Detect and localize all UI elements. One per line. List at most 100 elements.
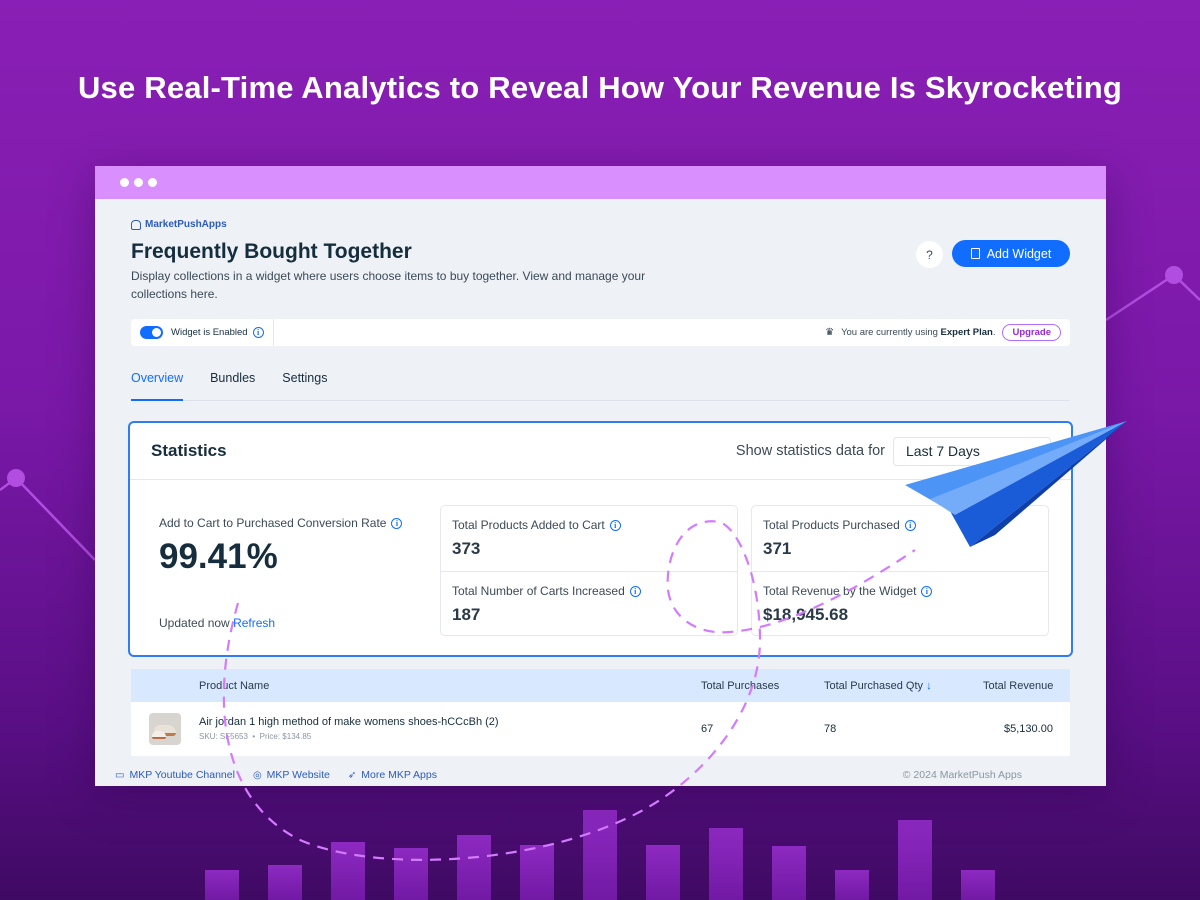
left-trend-dot bbox=[7, 469, 25, 487]
metric-label-text: Total Products Added to Cart bbox=[452, 518, 605, 532]
background-bar bbox=[394, 848, 428, 900]
metrics-box-cart: Total Products Added to Cart i 373 Total … bbox=[440, 505, 738, 636]
window-dot-icon bbox=[134, 178, 143, 187]
plan-suffix: . bbox=[992, 327, 996, 338]
tab-overview[interactable]: Overview bbox=[131, 369, 184, 401]
background-bar bbox=[961, 870, 995, 900]
document-icon bbox=[970, 248, 980, 259]
product-name[interactable]: Air jordan 1 high method of make womens … bbox=[199, 716, 499, 728]
header-total-purchased-qty[interactable]: Total Purchased Qty ↓ bbox=[824, 680, 932, 692]
shopping-bag-icon bbox=[131, 219, 141, 230]
background-bar bbox=[646, 845, 680, 900]
updated-status: Updated now Refresh bbox=[159, 616, 275, 630]
background-bar bbox=[898, 820, 932, 900]
help-button[interactable]: ? bbox=[916, 241, 943, 268]
youtube-icon: ▭ bbox=[115, 769, 125, 781]
background-bar bbox=[205, 870, 239, 900]
statistics-title: Statistics bbox=[151, 441, 227, 460]
add-widget-button[interactable]: Add Widget bbox=[952, 240, 1070, 267]
product-price: Price: $134.85 bbox=[259, 732, 312, 741]
shoe-icon bbox=[152, 731, 166, 739]
plan-prefix: You are currently using bbox=[841, 327, 941, 338]
metric-value: 373 bbox=[452, 539, 481, 558]
background-bar bbox=[520, 845, 554, 900]
row-total-purchased-qty: 78 bbox=[824, 723, 837, 735]
conversion-value: 99.41% bbox=[159, 537, 278, 576]
plan-name: Expert Plan bbox=[940, 327, 993, 338]
sort-arrow-icon: ↓ bbox=[926, 679, 932, 692]
youtube-link-text: MKP Youtube Channel bbox=[129, 769, 235, 781]
conversion-label: Add to Cart to Purchased Conversion Rate… bbox=[159, 516, 403, 530]
window-titlebar bbox=[95, 166, 1106, 199]
upgrade-button[interactable]: Upgrade bbox=[1002, 324, 1061, 341]
product-thumbnail bbox=[149, 713, 181, 745]
header-qty-label: Total Purchased Qty bbox=[824, 679, 924, 692]
window-dot-icon bbox=[148, 178, 157, 187]
widget-enabled-label: Widget is Enabled bbox=[171, 327, 248, 338]
metric-label: Total Products Added to Cart i bbox=[452, 518, 726, 532]
window-dot-icon bbox=[120, 178, 129, 187]
metric-label-text: Total Revenue by the Widget bbox=[763, 584, 917, 598]
metric-label: Total Number of Carts Increased i bbox=[452, 584, 726, 598]
metric-widget-revenue: Total Revenue by the Widget i $18,945.68 bbox=[752, 571, 1048, 636]
website-link[interactable]: ◎ MKP Website bbox=[253, 769, 330, 781]
right-trend-dot bbox=[1165, 266, 1183, 284]
more-apps-link[interactable]: ➶ More MKP Apps bbox=[348, 769, 437, 781]
globe-icon: ◎ bbox=[252, 769, 262, 781]
more-apps-link-text: More MKP Apps bbox=[361, 769, 437, 781]
metric-label-text: Total Products Purchased bbox=[763, 518, 900, 532]
refresh-link[interactable]: Refresh bbox=[233, 616, 275, 630]
metric-value: $18,945.68 bbox=[763, 605, 849, 624]
row-total-purchases: 67 bbox=[701, 723, 714, 735]
header-total-purchases[interactable]: Total Purchases bbox=[701, 680, 779, 692]
headline: Use Real-Time Analytics to Reveal How Yo… bbox=[77, 70, 1123, 105]
tab-bar: Overview Bundles Settings bbox=[131, 369, 1070, 401]
website-link-text: MKP Website bbox=[266, 769, 330, 781]
header-total-revenue[interactable]: Total Revenue bbox=[983, 680, 1053, 692]
table-header: Product Name Total Purchases Total Purch… bbox=[131, 669, 1070, 702]
plan-info: ♛ You are currently using Expert Plan. U… bbox=[825, 324, 1061, 341]
copyright: © 2024 MarketPush Apps bbox=[902, 769, 1022, 781]
info-icon[interactable]: i bbox=[629, 585, 641, 597]
background-bar bbox=[457, 835, 491, 900]
right-trend-line bbox=[1105, 273, 1200, 322]
products-table: Product Name Total Purchases Total Purch… bbox=[131, 669, 1070, 756]
brand-name: MarketPushApps bbox=[145, 219, 227, 230]
crown-icon: ♛ bbox=[825, 327, 835, 338]
widget-status-bar: Widget is Enabled i ♛ You are currently … bbox=[131, 319, 1070, 346]
tab-settings[interactable]: Settings bbox=[282, 369, 327, 401]
info-icon[interactable]: i bbox=[391, 517, 403, 529]
youtube-link[interactable]: ▭ MKP Youtube Channel bbox=[115, 769, 235, 781]
metric-value: 187 bbox=[452, 605, 481, 624]
table-row[interactable]: Air jordan 1 high method of make womens … bbox=[131, 702, 1070, 756]
product-sku: SKU: SF5653 bbox=[199, 732, 248, 741]
metric-label: Total Revenue by the Widget i bbox=[763, 584, 1037, 598]
metric-products-added: Total Products Added to Cart i 373 bbox=[441, 506, 737, 571]
metric-carts-increased: Total Number of Carts Increased i 187 bbox=[441, 571, 737, 636]
product-meta: SKU: SF5653 • Price: $134.85 bbox=[199, 732, 312, 741]
row-total-revenue: $5,130.00 bbox=[1004, 723, 1053, 735]
add-widget-label: Add Widget bbox=[986, 246, 1052, 261]
metric-label-text: Total Number of Carts Increased bbox=[452, 584, 625, 598]
tab-bundles[interactable]: Bundles bbox=[210, 369, 255, 401]
info-icon[interactable]: i bbox=[252, 327, 264, 338]
background-bar bbox=[835, 870, 869, 900]
background-bar-chart bbox=[0, 780, 1200, 900]
updated-text: Updated now bbox=[159, 616, 230, 630]
footer: ▭ MKP Youtube Channel ◎ MKP Website ➶ More … bbox=[115, 764, 1075, 786]
background-bar bbox=[709, 828, 743, 900]
background-bar bbox=[772, 846, 806, 900]
header-product-name[interactable]: Product Name bbox=[199, 680, 269, 692]
paper-plane-icon bbox=[905, 421, 1127, 547]
info-icon[interactable]: i bbox=[921, 585, 933, 597]
background-bar bbox=[268, 865, 302, 900]
left-trend-line bbox=[0, 476, 96, 561]
background-bar bbox=[331, 842, 365, 900]
conversion-label-text: Add to Cart to Purchased Conversion Rate bbox=[159, 516, 387, 530]
brand-logo: MarketPushApps bbox=[131, 219, 227, 230]
background-bar bbox=[583, 810, 617, 900]
widget-enabled-toggle[interactable] bbox=[140, 326, 163, 339]
page-description: Display collections in a widget where us… bbox=[131, 269, 646, 301]
page-title: Frequently Bought Together bbox=[131, 240, 412, 263]
info-icon[interactable]: i bbox=[609, 519, 621, 531]
